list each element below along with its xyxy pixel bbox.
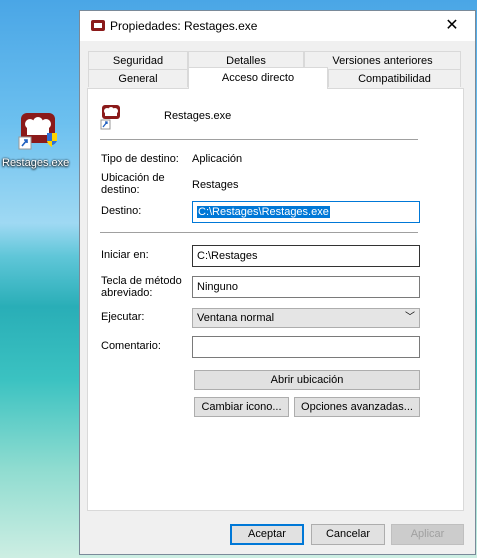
divider bbox=[100, 139, 418, 140]
hotkey-input[interactable]: Ninguno bbox=[192, 276, 420, 298]
comment-label: Comentario: bbox=[101, 340, 161, 352]
restages-app-icon bbox=[90, 19, 106, 33]
tab-general[interactable]: General bbox=[88, 69, 188, 87]
ok-button[interactable]: Aceptar bbox=[230, 524, 304, 545]
target-label: Destino: bbox=[101, 205, 142, 217]
run-select-value: Ventana normal bbox=[197, 312, 275, 324]
cancel-button[interactable]: Cancelar bbox=[311, 524, 385, 545]
shortcut-tab-panel: Restages.exe Tipo de destino: Aplicación… bbox=[87, 88, 464, 511]
close-icon[interactable]: ✕ bbox=[429, 11, 475, 41]
desktop-shortcut-restages[interactable]: Restages.exe bbox=[2, 111, 72, 169]
start-in-input[interactable]: C:\Restages bbox=[192, 245, 420, 267]
target-location-value: Restages bbox=[192, 179, 239, 191]
comment-input[interactable] bbox=[192, 336, 420, 358]
run-label: Ejecutar: bbox=[101, 311, 145, 323]
target-location-label: Ubicación de destino: bbox=[101, 172, 165, 196]
target-value: C:\Restages\Restages.exe bbox=[197, 206, 330, 218]
tab-seguridad[interactable]: Seguridad bbox=[88, 51, 188, 69]
desktop-icon-label: Restages.exe bbox=[2, 157, 70, 169]
target-type-value: Aplicación bbox=[192, 153, 243, 165]
properties-window: Propiedades: Restages.exe ✕ Seguridad De… bbox=[79, 10, 476, 555]
start-in-label: Iniciar en: bbox=[101, 249, 149, 261]
title-bar[interactable]: Propiedades: Restages.exe ✕ bbox=[80, 11, 475, 41]
run-select[interactable]: Ventana normal ﹀ bbox=[192, 308, 420, 328]
apply-button[interactable]: Aplicar bbox=[391, 524, 464, 545]
shortcut-name: Restages.exe bbox=[164, 110, 232, 122]
tab-compatibilidad[interactable]: Compatibilidad bbox=[328, 69, 461, 87]
window-title: Propiedades: Restages.exe bbox=[110, 19, 258, 33]
target-type-label: Tipo de destino: bbox=[101, 153, 179, 165]
open-location-button[interactable]: Abrir ubicación bbox=[194, 370, 420, 390]
chevron-down-icon: ﹀ bbox=[405, 312, 415, 323]
advanced-options-button[interactable]: Opciones avanzadas... bbox=[294, 397, 420, 417]
target-input[interactable]: C:\Restages\Restages.exe bbox=[192, 201, 420, 223]
hotkey-label: Tecla de método abreviado: bbox=[101, 275, 182, 299]
tab-acceso-directo[interactable]: Acceso directo bbox=[188, 67, 328, 89]
shortcut-file-icon bbox=[100, 104, 122, 130]
restages-app-icon bbox=[15, 111, 59, 151]
change-icon-button[interactable]: Cambiar icono... bbox=[194, 397, 289, 417]
divider bbox=[100, 232, 418, 233]
